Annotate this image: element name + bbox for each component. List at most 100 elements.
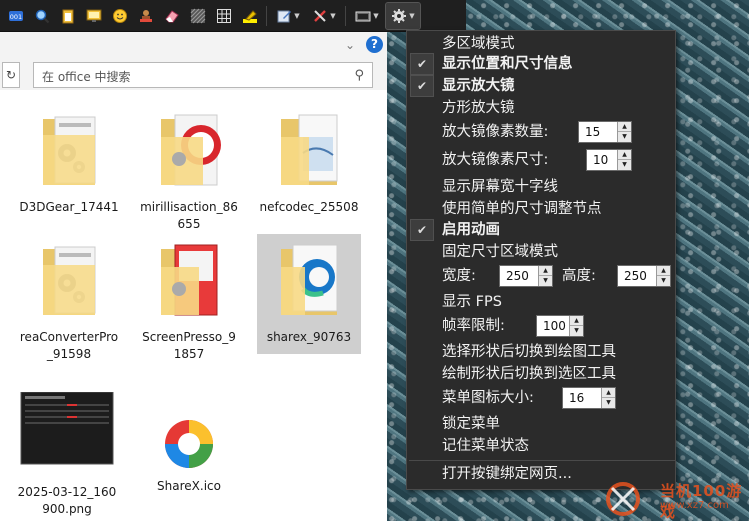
grid-button[interactable] [212, 3, 236, 29]
stepper-value: 100 [543, 319, 566, 333]
menu-item-label: 多区域模式 [442, 36, 515, 52]
menu-item-switch-to-selection[interactable]: 绘制形状后切换到选区工具 [407, 363, 675, 385]
pixelate-button[interactable] [186, 3, 210, 29]
magnifier-pixel-size-stepper[interactable]: 10 ▲ ▼ [586, 149, 632, 171]
menu-item-switch-to-drawing[interactable]: 选择形状后切换到绘图工具 [407, 341, 675, 363]
menu-item-magnifier-pixel-size: 放大镜像素尺寸: 10 ▲ ▼ [407, 149, 675, 171]
edit-icon [277, 10, 292, 22]
refresh-icon[interactable]: ↻ [2, 62, 20, 88]
options-button[interactable]: ▼ [385, 1, 421, 30]
clipboard-button[interactable] [56, 3, 80, 29]
stepper-value: 15 [585, 125, 601, 139]
edit-button[interactable]: ▼ [271, 3, 305, 29]
capture-button[interactable]: ▼ [350, 3, 384, 29]
width-stepper[interactable]: 250 ▲ ▼ [499, 265, 553, 287]
capture-icon [355, 11, 371, 21]
expand-ribbon-icon[interactable]: ⌄ [345, 38, 355, 52]
tools-button[interactable]: ▼ [307, 3, 341, 29]
height-stepper[interactable]: 250 ▲ ▼ [617, 265, 671, 287]
file-item-reaconverter[interactable]: reaConverterPro_91598 [17, 237, 121, 363]
menu-item-crosshair[interactable]: 显示屏幕宽十字线 [407, 176, 675, 198]
menu-item-multi-region[interactable]: 多区域模式 [407, 33, 675, 55]
folder-icon [281, 244, 338, 315]
fps-limit-stepper[interactable]: 100 ▲ ▼ [536, 315, 584, 337]
menu-item-label: 锁定菜单 [442, 416, 500, 432]
clipboard-icon [62, 9, 74, 23]
menu-item-enable-animation[interactable]: ✔ 启用动画 [407, 219, 675, 241]
file-name: nefcodec_25508 [259, 200, 359, 214]
menu-item-label: 放大镜像素尺寸: [442, 152, 549, 168]
menu-item-square-magnifier[interactable]: 方形放大镜 [407, 97, 675, 119]
folder-icon [43, 246, 96, 315]
menu-item-label: 绘制形状后切换到选区工具 [442, 366, 616, 382]
menu-item-remember-state[interactable]: 记住菜单状态 [407, 435, 675, 457]
pixelate-icon [190, 8, 206, 23]
highlighter-button[interactable] [238, 3, 262, 29]
watermark-subtext: www.xz7.com [660, 500, 729, 511]
menu-icon-size-stepper[interactable]: 16 ▲ ▼ [562, 387, 616, 409]
stamp-button[interactable] [134, 3, 158, 29]
stepper-arrows[interactable]: ▲ ▼ [617, 150, 631, 170]
menu-item-label: 显示位置和尺寸信息 [442, 56, 573, 72]
menu-item-show-info[interactable]: ✔ 显示位置和尺寸信息 [407, 53, 675, 75]
eraser-button[interactable] [160, 3, 184, 29]
toolbar-separator [266, 5, 267, 26]
file-item-sharex[interactable]: sharex_90763 [257, 234, 361, 354]
magnifier-button[interactable] [30, 3, 54, 29]
menu-item-label: 菜单图标大小: [442, 390, 534, 406]
grid-icon [217, 8, 231, 23]
eraser-icon [165, 9, 179, 22]
menu-item-label: 显示 FPS [442, 294, 502, 310]
file-name: ShareX.ico [157, 479, 221, 493]
menu-item-label: 帧率限制: [442, 318, 505, 334]
file-item-nefcodec[interactable]: nefcodec_25508 [257, 107, 361, 216]
stepper-value: 250 [506, 269, 529, 283]
search-input[interactable]: 在 office 中搜索 ⚲ [33, 62, 373, 88]
file-item-sharex-ico[interactable]: ShareX.ico [137, 414, 241, 495]
chevron-down-icon: ▼ [373, 11, 379, 20]
file-explorer-window: ⌄ ? ↻ 在 office 中搜索 ⚲ D3DGear_17441 miril… [0, 32, 387, 521]
step-counter-button[interactable]: 001 [4, 3, 28, 29]
explorer-address-row: ↻ 在 office 中搜索 ⚲ [0, 60, 387, 90]
stepper-value: 10 [593, 153, 609, 167]
menu-item-menu-icon-size: 菜单图标大小: 16 ▲ ▼ [407, 387, 675, 409]
stepper-arrows[interactable]: ▲ ▼ [601, 388, 615, 408]
file-item-d3dgear[interactable]: D3DGear_17441 [17, 107, 121, 216]
file-name: D3DGear_17441 [19, 200, 119, 214]
search-placeholder: 在 office 中搜索 [42, 70, 131, 84]
file-item-screenpresso[interactable]: ScreenPresso_91857 [137, 237, 241, 363]
menu-item-simple-resize-nodes[interactable]: 使用简单的尺寸调整节点 [407, 198, 675, 220]
stepper-arrows[interactable]: ▲ ▼ [617, 122, 631, 142]
menu-item-show-magnifier[interactable]: ✔ 显示放大镜 [407, 75, 675, 97]
counter-icon: 001 [9, 10, 23, 21]
magnifier-pixel-count-stepper[interactable]: 15 ▲ ▼ [578, 121, 632, 143]
folder-icon [43, 116, 96, 185]
stepper-arrows[interactable]: ▲ ▼ [538, 266, 552, 286]
file-name: mirillisaction_86655 [140, 200, 238, 231]
menu-item-label: 显示放大镜 [442, 78, 515, 94]
file-name: reaConverterPro_91598 [19, 330, 119, 361]
menu-item-lock-menu[interactable]: 锁定菜单 [407, 413, 675, 435]
watermark-logo: 当机100游戏 www.xz7.com [600, 476, 749, 521]
width-label: 宽度: [442, 268, 476, 284]
sharex-toolbar: 001 ▼ ▼ ▼ ▼ [0, 0, 466, 32]
menu-item-fixed-size-mode[interactable]: 固定尺寸区域模式 [407, 241, 675, 263]
menu-item-label: 使用简单的尺寸调整节点 [442, 201, 602, 217]
menu-item-label: 打开按键绑定网页... [442, 466, 572, 482]
menu-item-label: 方形放大镜 [442, 100, 515, 116]
stepper-arrows[interactable]: ▲ ▼ [656, 266, 670, 286]
menu-item-label: 显示屏幕宽十字线 [442, 179, 558, 195]
help-icon[interactable]: ? [366, 36, 383, 53]
tools-icon [314, 9, 327, 22]
chevron-down-icon: ▼ [409, 11, 415, 20]
file-name: ScreenPresso_91857 [142, 330, 236, 361]
emoji-button[interactable] [108, 3, 132, 29]
menu-separator [409, 460, 675, 461]
svg-text:001: 001 [10, 13, 22, 21]
screen-button[interactable] [82, 3, 106, 29]
magnifier-icon [35, 9, 50, 23]
file-item-screenshot-png[interactable]: 2025-03-12_160900.png [15, 391, 119, 518]
stepper-arrows[interactable]: ▲ ▼ [569, 316, 583, 336]
file-item-mirillisaction[interactable]: mirillisaction_86655 [137, 107, 241, 233]
menu-item-show-fps[interactable]: 显示 FPS [407, 291, 675, 313]
